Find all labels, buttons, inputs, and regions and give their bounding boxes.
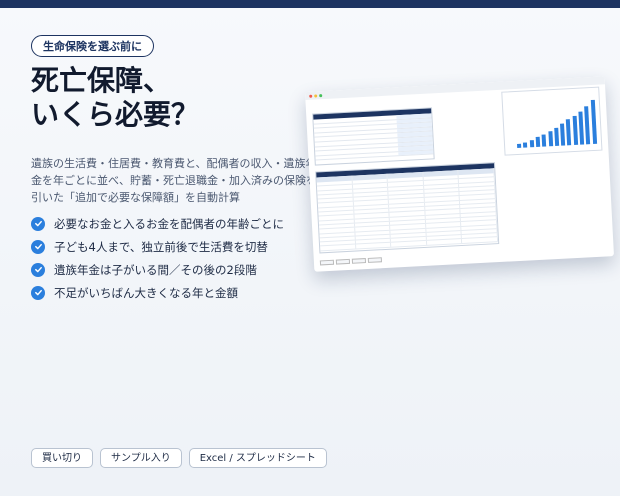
feature-text: 子ども4人まで、独立前後で生活費を切替 [54, 239, 268, 254]
section-badge: 生命保険を選ぶ前に [31, 35, 154, 57]
preview-input-panel [312, 107, 435, 166]
top-accent-bar [0, 0, 620, 8]
description-line-1: 遺族の生活費・住居費・教育費と、配偶者の収入・遺族年 [31, 157, 317, 170]
preview-chart-bar [560, 123, 566, 146]
feature-text: 必要なお金と入るお金を配偶者の年齢ごとに [54, 216, 284, 231]
feature-item: 必要なお金と入るお金を配偶者の年齢ごとに [31, 212, 284, 235]
preview-chart-bar [541, 134, 547, 147]
preview-chart-bar [523, 142, 528, 148]
description: 遺族の生活費・住居費・教育費と、配偶者の収入・遺族年 金を年ごとに並べ、貯蓄・死… [31, 155, 317, 206]
preview-chart-bar [547, 130, 553, 147]
preview-chart-bar [566, 119, 572, 146]
description-line-2: 金を年ごとに並べ、貯蓄・死亡退職金・加入済みの保険を [31, 174, 317, 187]
tag-excel-spreadsheet: Excel / スプレッドシート [188, 448, 327, 468]
headline-line-1: 死亡保障、 [31, 64, 172, 97]
feature-item: 子ども4人まで、独立前後で生活費を切替 [31, 235, 284, 258]
feature-text: 不足がいちばん大きくなる年と金額 [54, 285, 238, 300]
preview-chart-bar [553, 127, 559, 146]
preview-chart-bar [517, 144, 522, 148]
preview-chart-bar [529, 140, 534, 148]
headline-line-2: いくら必要？ [31, 98, 200, 131]
preview-sheet-tabs [319, 257, 383, 266]
preview-chart [501, 86, 603, 156]
description-line-3: 引いた「追加で必要な保障額」を自動計算 [31, 191, 240, 204]
preview-chart-bar [590, 99, 597, 145]
preview-chart-bar [584, 106, 591, 145]
tag-list: 買い切り サンプル入り Excel / スプレッドシート [31, 448, 327, 468]
check-icon [31, 262, 45, 277]
check-icon [31, 216, 45, 231]
tag-one-time-purchase: 買い切り [31, 448, 93, 468]
feature-item: 不足がいちばん大きくなる年と金額 [31, 281, 284, 304]
check-icon [31, 239, 45, 254]
page-headline: 死亡保障、 いくら必要？ [31, 64, 199, 132]
spreadsheet-preview [305, 76, 615, 272]
preview-chart-bar [535, 137, 541, 147]
preview-chart-bar [578, 111, 585, 145]
feature-list: 必要なお金と入るお金を配偶者の年齢ごとに 子ども4人まで、独立前後で生活費を切替… [31, 212, 284, 304]
preview-table [315, 162, 500, 254]
check-icon [31, 285, 45, 300]
feature-item: 遺族年金は子がいる間／その後の2段階 [31, 258, 284, 281]
feature-text: 遺族年金は子がいる間／その後の2段階 [54, 262, 257, 277]
preview-chart-bar [572, 115, 578, 146]
tag-sample-included: サンプル入り [100, 448, 182, 468]
